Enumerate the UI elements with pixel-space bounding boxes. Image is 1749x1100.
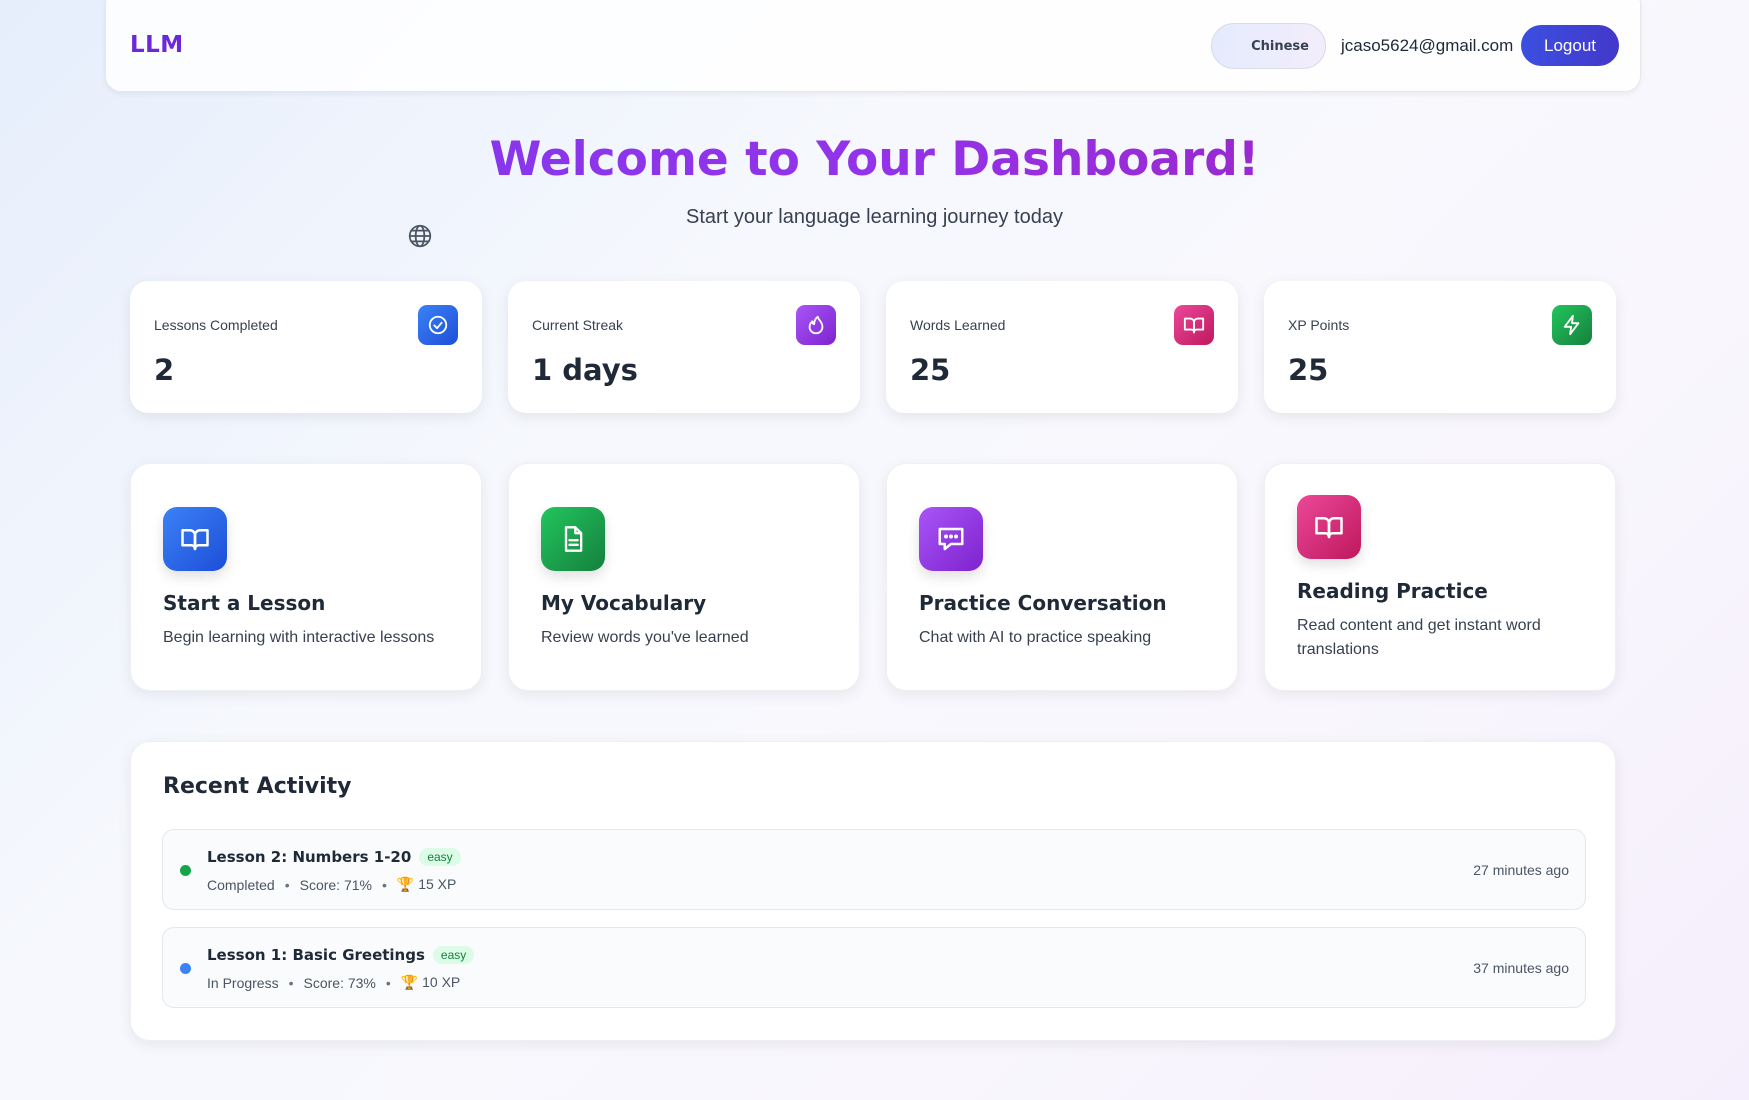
status-dot [180,865,191,876]
activity-xp: 15 XP [418,876,457,892]
book-open-icon [1174,305,1214,345]
page-subtitle: Start your language learning journey tod… [686,206,1063,228]
feature-title: Reading Practice [1297,579,1488,603]
feature-title: Practice Conversation [919,591,1167,615]
feature-description: Chat with AI to practice speaking [919,629,1152,646]
status-dot [180,963,191,974]
activity-time: 37 minutes ago [1473,960,1569,976]
separator: • [288,974,294,991]
book-open-icon [163,507,227,571]
top-navbar: LLM Chinese jcaso5624@gmail.com Logout [105,0,1641,92]
activity-score: Score: 73% [303,974,376,991]
recent-activity-panel: Recent Activity Lesson 2: Numbers 1-20 e… [130,741,1616,1041]
start-lesson-card[interactable]: Start a Lesson Begin learning with inter… [130,463,482,691]
activity-name: Lesson 1: Basic Greetings [207,946,425,964]
stat-value: 25 [910,353,951,387]
feature-title: Start a Lesson [163,591,326,615]
stat-card-xp-points: XP Points 25 [1264,281,1616,413]
book-open-icon [1297,495,1361,559]
logout-button[interactable]: Logout [1521,25,1619,66]
feature-description: Read content and get instant word transl… [1297,617,1541,658]
trophy-icon: 🏆 [396,876,415,892]
stat-value: 2 [154,353,175,387]
difficulty-badge: easy [419,848,461,866]
activity-item[interactable]: Lesson 2: Numbers 1-20 easy Completed • … [162,829,1586,910]
stat-label: Words Learned [910,317,1006,333]
page-title: Welcome to Your Dashboard! [0,132,1749,187]
separator: • [284,876,290,893]
activity-status: In Progress [207,974,279,991]
stat-card-current-streak: Current Streak 1 days [508,281,860,413]
app-logo[interactable]: LLM [130,32,184,58]
stat-label: XP Points [1288,317,1350,333]
activity-status: Completed [207,876,275,893]
activity-score: Score: 71% [299,876,372,893]
user-email: jcaso5624@gmail.com [1341,36,1514,55]
section-title: Recent Activity [163,774,352,799]
feature-title: My Vocabulary [541,591,707,615]
stat-card-lessons-completed: Lessons Completed 2 [130,281,482,413]
stat-value: 25 [1288,353,1329,387]
language-selector[interactable]: Chinese [1211,23,1326,69]
globe-icon [407,223,433,249]
activity-time: 27 minutes ago [1473,862,1569,878]
trophy-icon: 🏆 [400,974,419,990]
check-circle-icon [418,305,458,345]
feature-description: Review words you've learned [541,629,749,646]
stat-card-words-learned: Words Learned 25 [886,281,1238,413]
document-icon [541,507,605,571]
difficulty-badge: easy [432,946,475,964]
separator: • [385,974,391,991]
practice-conversation-card[interactable]: Practice Conversation Chat with AI to pr… [886,463,1238,691]
chat-icon [919,507,983,571]
lightning-icon [1552,305,1592,345]
my-vocabulary-card[interactable]: My Vocabulary Review words you've learne… [508,463,860,691]
feature-description: Begin learning with interactive lessons [163,629,435,646]
activity-xp: 10 XP [422,974,461,990]
stat-value: 1 days [532,353,638,387]
reading-practice-card[interactable]: Reading Practice Read content and get in… [1264,463,1616,691]
stat-label: Current Streak [532,317,624,333]
activity-name: Lesson 2: Numbers 1-20 [207,848,412,866]
activity-item[interactable]: Lesson 1: Basic Greetings easy In Progre… [162,927,1586,1008]
stat-label: Lessons Completed [154,317,278,333]
flame-icon [796,305,836,345]
separator: • [381,876,387,893]
